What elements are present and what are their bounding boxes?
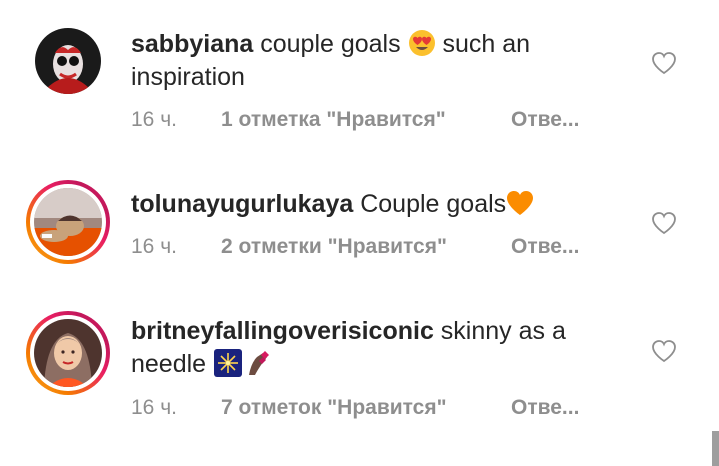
likes-count-link[interactable]: 2 отметки "Нравится" xyxy=(221,235,511,259)
comment-meta: 16 ч. 1 отметка "Нравится" Отве... xyxy=(131,108,579,132)
likes-count-link[interactable]: 1 отметка "Нравится" xyxy=(221,108,511,132)
reply-button[interactable]: Отве... xyxy=(511,396,579,420)
comment-username[interactable]: britneyfallingoverisiconic xyxy=(131,317,434,345)
heart-outline-icon[interactable] xyxy=(651,339,677,363)
avatar[interactable] xyxy=(26,19,110,103)
fireworks-emoji-icon xyxy=(214,349,243,377)
avatar-image xyxy=(35,28,101,94)
comment-time: 16 ч. xyxy=(131,108,177,131)
comment-body: Couple goals xyxy=(353,190,507,218)
likes-count-link[interactable]: 7 отметок "Нравится" xyxy=(221,396,511,420)
reply-button[interactable]: Отве... xyxy=(511,108,579,132)
avatar[interactable] xyxy=(26,180,110,264)
comment-body: couple goals xyxy=(253,30,408,58)
comment-time: 16 ч. xyxy=(131,396,177,419)
comment-meta: 16 ч. 2 отметки "Нравится" Отве... xyxy=(131,235,579,259)
reply-button[interactable]: Отве... xyxy=(511,235,579,259)
comments-list: sabbyiana couple goals such an inspirati… xyxy=(0,0,719,466)
heart-outline-icon[interactable] xyxy=(651,51,677,75)
comment-meta: 16 ч. 7 отметок "Нравится" Отве... xyxy=(131,396,579,420)
avatar-image xyxy=(34,319,102,387)
comment-time: 16 ч. xyxy=(131,235,177,258)
orange-heart-emoji-icon xyxy=(507,191,534,215)
comment-username[interactable]: sabbyiana xyxy=(131,30,253,58)
avatar-image xyxy=(34,188,102,256)
scrollbar[interactable] xyxy=(712,431,719,466)
comment-username[interactable]: tolunayugurlukaya xyxy=(131,190,353,218)
avatar[interactable] xyxy=(26,311,110,395)
heart-eyes-emoji-icon xyxy=(408,30,435,56)
heart-outline-icon[interactable] xyxy=(651,211,677,235)
comment-text: tolunayugurlukaya Couple goals xyxy=(131,188,611,221)
nail-polish-emoji-icon xyxy=(249,351,270,375)
comment-text: sabbyiana couple goals such an inspirati… xyxy=(131,28,611,94)
comment-text: britneyfallingoverisiconic skinny as a n… xyxy=(131,315,611,381)
